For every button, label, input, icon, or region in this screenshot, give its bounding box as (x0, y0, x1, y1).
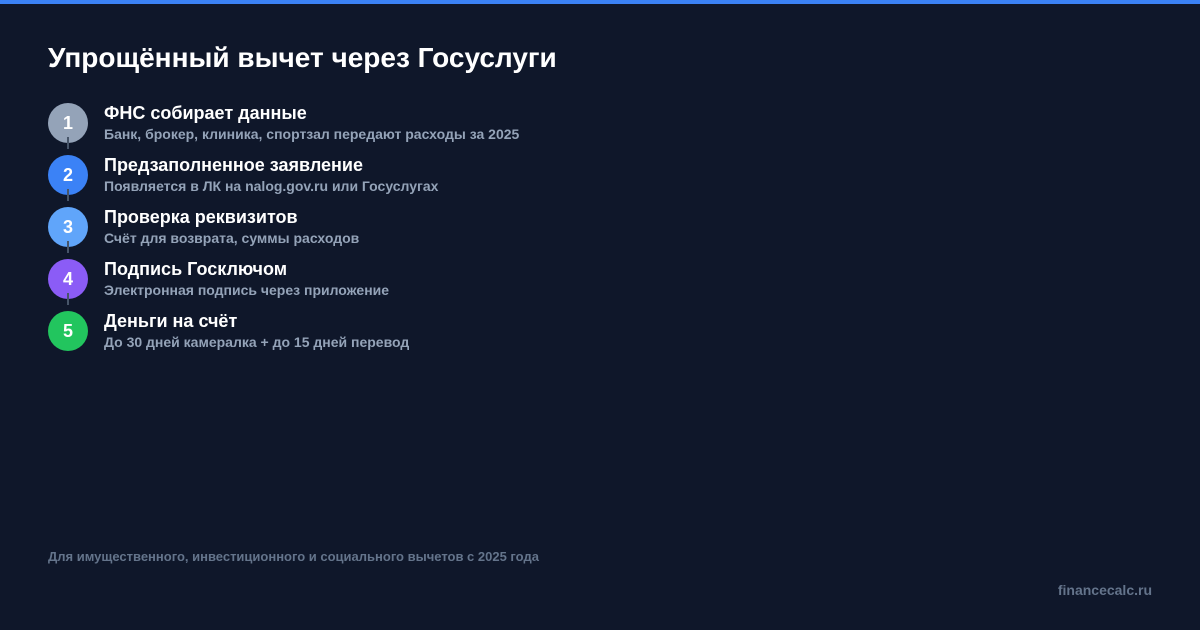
step-connector (67, 293, 69, 305)
step-connector (67, 137, 69, 149)
step-title: Предзаполненное заявление (104, 155, 364, 175)
step-title: ФНС собирает данные (104, 103, 307, 123)
step-4: 4 Подпись Госключом Электронная подпись … (48, 256, 1048, 308)
step-title: Проверка реквизитов (104, 207, 298, 227)
top-accent-bar (0, 0, 1200, 4)
step-number-badge: 5 (48, 311, 88, 351)
step-3: 3 Проверка реквизитов Счёт для возврата,… (48, 204, 1048, 256)
step-title: Деньги на счёт (104, 311, 238, 331)
step-description: Появляется в ЛК на nalog.gov.ru или Госу… (104, 178, 439, 194)
step-connector (67, 241, 69, 253)
step-description: Счёт для возврата, суммы расходов (104, 230, 360, 246)
step-description: Банк, брокер, клиника, спортзал передают… (104, 126, 520, 142)
step-connector (67, 189, 69, 201)
step-2: 2 Предзаполненное заявление Появляется в… (48, 152, 1048, 204)
footnote: Для имущественного, инвестиционного и со… (48, 549, 539, 564)
step-description: До 30 дней камералка + до 15 дней перево… (104, 334, 410, 350)
step-1: 1 ФНС собирает данные Банк, брокер, клин… (48, 100, 1048, 152)
brand-label: financecalc.ru (1057, 582, 1152, 598)
step-title: Подпись Госключом (104, 259, 288, 279)
step-5: 5 Деньги на счёт До 30 дней камералка + … (48, 308, 1048, 360)
step-description: Электронная подпись через приложение (104, 282, 390, 298)
page-title: Упрощённый вычет через Госуслуги (48, 42, 557, 73)
